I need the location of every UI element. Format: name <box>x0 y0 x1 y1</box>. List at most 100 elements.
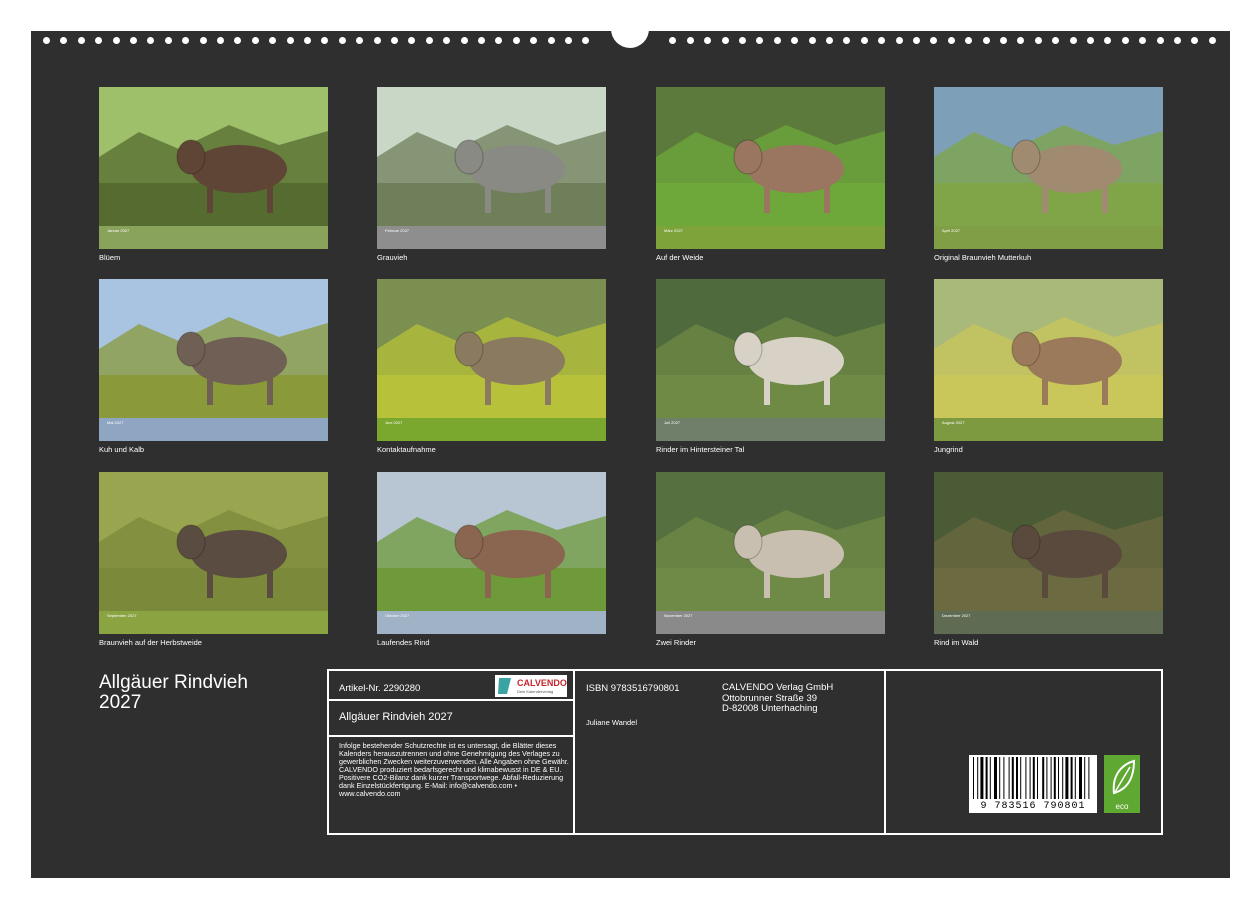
barcode: 9 783516 790801 <box>969 755 1097 813</box>
month-name: Januar 2027 <box>107 228 130 233</box>
binding-hole <box>1052 37 1060 44</box>
cattle-photo-icon <box>934 87 1163 226</box>
binding-hole <box>704 37 712 44</box>
binding-hole <box>1017 37 1025 44</box>
legal-notice: Infolge bestehender Schutzrechte ist es … <box>339 741 569 798</box>
leaf-icon <box>1112 759 1136 795</box>
binding-hole <box>826 37 833 44</box>
day-grid <box>942 620 1157 630</box>
day-grid <box>664 235 879 245</box>
binding-hole <box>1191 37 1199 44</box>
binding-hole <box>547 37 555 44</box>
day-cell <box>844 427 850 431</box>
day-grid <box>385 235 600 245</box>
binding-hole <box>1139 37 1147 44</box>
calendar-strip: Oktober 2027 <box>377 611 606 634</box>
binding-hole <box>425 37 433 44</box>
binding-hole <box>982 37 990 44</box>
binding-hole <box>1121 37 1129 44</box>
binding-hole <box>1208 37 1216 44</box>
month-photo <box>934 279 1163 418</box>
day-grid <box>107 620 322 630</box>
binding-hole <box>269 37 277 44</box>
month-name: Mai 2027 <box>107 420 124 425</box>
cattle-photo-icon <box>934 279 1163 418</box>
month-caption: Jungrind <box>934 445 963 454</box>
month-photo <box>934 87 1163 226</box>
binding-hole <box>60 37 68 44</box>
divider <box>884 671 886 833</box>
month-tile: Juli 2027 Rinder im Hintersteiner Tal <box>656 279 885 455</box>
day-cell <box>287 427 293 431</box>
binding-hole <box>338 37 346 44</box>
divider <box>329 735 573 737</box>
binding-hole <box>321 37 329 44</box>
cattle-photo-icon <box>934 472 1163 611</box>
binding-hole <box>721 37 729 44</box>
binding-hole <box>199 37 207 44</box>
product-info-box: Artikel-Nr. 2290280 CALVENDO Dein Kalend… <box>327 669 1163 835</box>
calvendo-logo-icon: CALVENDO Dein Kalenderverlag <box>498 678 567 694</box>
binding-hole <box>217 37 224 44</box>
month-photo <box>377 472 606 611</box>
cattle-photo-icon <box>377 87 606 226</box>
month-caption: Laufendes Rind <box>377 638 430 647</box>
divider <box>329 699 573 701</box>
month-caption: Original Braunvieh Mutterkuh <box>934 253 1032 262</box>
cattle-photo-icon <box>656 279 885 418</box>
day-cell <box>287 620 293 624</box>
month-photo <box>656 472 885 611</box>
eco-badge: eco <box>1104 755 1140 813</box>
month-caption: Kuh und Kalb <box>99 445 145 454</box>
month-photo <box>99 87 328 226</box>
binding-hole <box>43 37 50 44</box>
month-caption: Blüem <box>99 253 121 262</box>
day-cell <box>287 235 293 239</box>
publisher-address: CALVENDO Verlag GmbH Ottobrunner Straße … <box>722 682 833 715</box>
month-caption: Zwei Rinder <box>656 638 697 647</box>
calendar-strip: Dezember 2027 <box>934 611 1163 634</box>
month-name: April 2027 <box>942 228 961 233</box>
month-caption: Braunvieh auf der Herbstweide <box>99 638 202 647</box>
month-tile: Februar 2027 Grauvieh <box>377 87 606 263</box>
binding-hole <box>443 37 451 44</box>
binding-hole <box>1069 37 1077 44</box>
day-grid <box>942 427 1157 437</box>
binding-hole <box>478 37 485 44</box>
binding-hole <box>669 37 677 44</box>
binding-hole <box>1087 37 1094 44</box>
cattle-photo-icon <box>656 472 885 611</box>
binding-hole <box>408 37 416 44</box>
cattle-photo-icon <box>99 87 328 226</box>
cattle-photo-icon <box>377 472 606 611</box>
binding-hole <box>1104 37 1112 44</box>
binding-hole <box>686 37 694 44</box>
binding-hole <box>251 37 259 44</box>
binding-hole <box>77 37 85 44</box>
hanger-notch <box>611 29 649 48</box>
binding-hole <box>947 37 955 44</box>
month-caption: Auf der Weide <box>656 253 704 262</box>
day-cell <box>844 620 850 624</box>
binding-hole <box>130 37 137 44</box>
article-number: Artikel-Nr. 2290280 <box>339 683 421 694</box>
binding-hole <box>791 37 799 44</box>
binding-hole <box>512 37 520 44</box>
cattle-photo-icon <box>99 472 328 611</box>
day-cell <box>844 235 850 239</box>
binding-hole <box>460 37 468 44</box>
month-tile: November 2027 Zwei Rinder <box>656 472 885 648</box>
month-caption: Kontaktaufnahme <box>377 445 436 454</box>
binding-hole <box>930 37 938 44</box>
binding-hole <box>895 37 903 44</box>
month-photo <box>377 87 606 226</box>
barcode-number: 9 783516 790801 <box>980 801 1086 812</box>
month-tile: Januar 2027 Blüem <box>99 87 328 263</box>
binding-hole <box>739 37 746 44</box>
cattle-photo-icon <box>656 87 885 226</box>
day-cell <box>565 235 571 239</box>
month-name: März 2027 <box>664 228 683 233</box>
binding-hole <box>843 37 851 44</box>
binding-hole <box>582 37 590 44</box>
month-tile: Dezember 2027 Rind im Wald <box>934 472 1163 648</box>
